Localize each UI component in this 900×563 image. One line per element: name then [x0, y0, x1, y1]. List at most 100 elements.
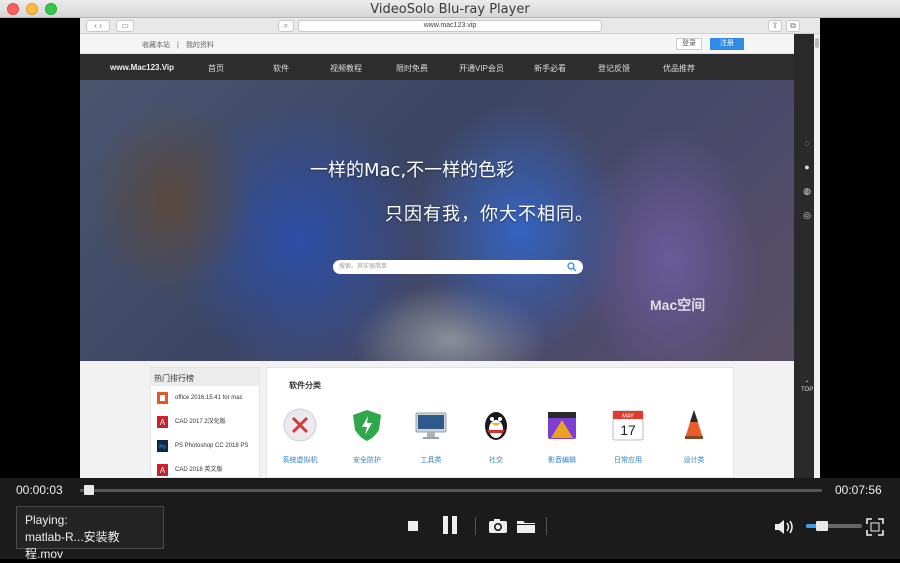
- register-button: 注册: [710, 38, 744, 50]
- category-label: 工具类: [420, 457, 442, 464]
- list-item: office 2016.15.41 for mac: [151, 386, 259, 410]
- list-item-label: CAD 2018 英文版: [175, 467, 223, 473]
- list-item: Ps PS Photoshop CC 2018 PS: [151, 434, 259, 458]
- watermark: Mac空间: [650, 297, 706, 313]
- site-logo: www.Mac123.Vip: [110, 63, 175, 72]
- folder-icon: [517, 521, 535, 533]
- open-folder-button[interactable]: [516, 518, 536, 539]
- category-label: 安全防护: [353, 457, 381, 464]
- site-nav: www.Mac123.Vip 首页 软件 视频教程 限时免费 开通VIP会员 新…: [80, 54, 794, 80]
- camera-icon: [489, 519, 507, 533]
- nav-item: 登记反馈: [598, 64, 630, 73]
- svg-text:A: A: [160, 418, 166, 427]
- url-field: www.mac123.vip: [298, 20, 602, 32]
- photoshop-icon: Ps: [157, 440, 168, 452]
- now-playing-box: Playing: matlab-R...安装教程.mov: [16, 506, 164, 561]
- fullscreen-icon: [866, 518, 884, 536]
- category-label: 日常应用: [614, 457, 642, 464]
- user-icon: ◌: [804, 138, 810, 148]
- qq-icon: ●: [804, 162, 810, 172]
- elapsed-time: 00:00:03: [16, 483, 63, 497]
- category-daily: MAY 17 日常应用: [603, 408, 653, 465]
- category-design: 设计类: [669, 408, 719, 465]
- site-content: 热门排行榜 office 2016.15.41 for mac A CAD 20…: [80, 361, 794, 478]
- svg-text:A: A: [160, 466, 166, 475]
- autocad-icon: A: [157, 464, 168, 476]
- calendar-icon: MAY 17: [612, 410, 644, 441]
- chevron-up-icon: ⌃: [804, 381, 810, 387]
- page-scrollbar: [814, 34, 820, 478]
- pause-icon: [443, 516, 457, 534]
- mute-button[interactable]: [774, 518, 796, 541]
- divider: [475, 517, 476, 535]
- hero-banner: 一样的Mac,不一样的色彩 只因有我，你大不相同。 搜索。其实很简单 Mac空间: [80, 80, 794, 361]
- nav-item: 视频教程: [330, 64, 362, 73]
- nav-item: 限时免费: [396, 64, 428, 73]
- nav-item: 首页: [208, 64, 224, 73]
- category-social: 社交: [471, 408, 521, 465]
- snapshot-button[interactable]: [488, 518, 508, 539]
- category-title: 软件分类: [289, 381, 321, 390]
- category-label: 影音编辑: [548, 457, 576, 464]
- pause-button[interactable]: [442, 515, 458, 540]
- pencil-icon: [685, 410, 703, 439]
- calendar-day: 17: [620, 422, 636, 438]
- list-item: A CAD 2018 英文版: [151, 458, 259, 478]
- login-button: 登录: [676, 38, 702, 50]
- category-media: 影音编辑: [537, 408, 587, 465]
- volume-handle[interactable]: [816, 521, 828, 531]
- category-label: 社交: [489, 457, 503, 464]
- parallels-icon: [283, 408, 317, 442]
- autocad-icon: A: [157, 416, 168, 428]
- total-duration: 00:07:56: [835, 483, 882, 497]
- site-util-bar: 收藏本站 | 我的资料 登录 注册: [80, 34, 794, 54]
- progress-row: 00:00:03 00:07:56: [0, 478, 900, 502]
- category-security: 安全防护: [342, 408, 392, 465]
- player-controls: Playing: matlab-R...安装教程.mov: [0, 502, 900, 561]
- title-bar: VideoSolo Blu-ray Player: [0, 0, 900, 18]
- recorded-browser-toolbar: ‹ › ▭ ⌕ www.mac123.vip ⇪ ⧉: [80, 18, 820, 34]
- stop-button[interactable]: [407, 519, 419, 537]
- nav-item: 优品推荐: [663, 64, 695, 73]
- category-tools: 工具类: [406, 408, 456, 465]
- stop-icon: [408, 521, 418, 531]
- hero-search-box: 搜索。其实很简单: [333, 260, 583, 274]
- svg-text:Ps: Ps: [159, 445, 166, 451]
- nav-item: 开通VIP会员: [459, 64, 504, 73]
- nav-item: 新手必看: [534, 64, 566, 73]
- sidebar-icon: ▭: [116, 20, 134, 32]
- category-vm: 系统虚拟机: [275, 408, 325, 465]
- calendar-month: MAY: [622, 414, 634, 420]
- hero-search-placeholder: 搜索。其实很简单: [339, 264, 388, 270]
- util-links: 收藏本站 | 我的资料: [142, 42, 214, 49]
- share-icon: ⇪: [768, 20, 782, 32]
- seek-handle[interactable]: [84, 485, 95, 495]
- divider: [546, 517, 547, 535]
- tabs-icon: ⧉: [786, 20, 800, 32]
- hot-ranking-title: 热门排行榜: [151, 368, 259, 386]
- imac-icon: [415, 412, 447, 439]
- app-title: VideoSolo Blu-ray Player: [370, 2, 530, 17]
- search-icon: [567, 262, 577, 272]
- video-frame[interactable]: ‹ › ▭ ⌕ www.mac123.vip ⇪ ⧉ 收藏本站 | 我的资料 登…: [80, 18, 820, 478]
- hot-ranking-panel: 热门排行榜 office 2016.15.41 for mac A CAD 20…: [150, 367, 260, 478]
- chat-icon: ◎: [803, 210, 811, 220]
- seek-bar[interactable]: [80, 489, 822, 492]
- volume-slider[interactable]: [806, 524, 862, 528]
- nav-item: 软件: [273, 64, 289, 73]
- wechat-icon: ◍: [803, 186, 811, 196]
- list-item-label: office 2016.15.41 for mac: [175, 395, 243, 401]
- category-label: 设计类: [683, 457, 705, 464]
- category-label: 系统虚拟机: [282, 457, 318, 464]
- fullscreen-button[interactable]: [866, 518, 884, 541]
- hero-subheadline: 只因有我，你大不相同。: [385, 204, 594, 225]
- shield-icon: [353, 410, 381, 441]
- playing-label: Playing:: [25, 513, 68, 527]
- search-icon: ⌕: [278, 20, 294, 32]
- list-item-label: CAD 2017.2汉化版: [175, 419, 226, 425]
- file-name: matlab-R...安装教程.mov: [25, 530, 120, 561]
- qq-penguin-icon: [485, 412, 507, 440]
- hero-headline: 一样的Mac,不一样的色彩: [310, 160, 515, 181]
- back-forward-icon: ‹ ›: [86, 20, 110, 32]
- list-item-label: PS Photoshop CC 2018 PS: [175, 443, 249, 449]
